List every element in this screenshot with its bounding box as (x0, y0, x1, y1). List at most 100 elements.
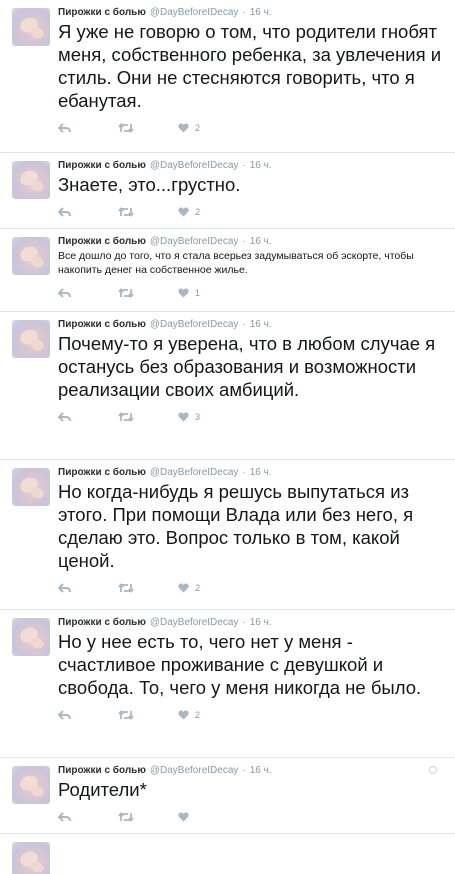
heart-icon (178, 710, 189, 720)
retweet-icon (118, 412, 134, 422)
author-name[interactable]: Пирожки с болью (58, 765, 146, 776)
like-button[interactable]: 2 (178, 207, 238, 217)
like-button[interactable] (178, 812, 238, 822)
tweet-text: Почему-то я уверена, что в любом случае … (58, 333, 436, 400)
tweet[interactable]: Пирожки с болью @DayBeforeIDecay · 16 ч. Но… (0, 610, 455, 758)
reply-icon (58, 123, 71, 133)
like-button[interactable]: 2 (178, 710, 238, 720)
like-count: 2 (195, 710, 201, 720)
retweet-icon (118, 288, 134, 298)
heart-icon (178, 123, 189, 133)
tweet-time[interactable]: 16 ч. (250, 7, 272, 18)
retweet-icon (118, 583, 134, 593)
reply-icon (58, 583, 71, 593)
tweet-text: Но у нее есть то, чего нет у меня - счас… (58, 631, 422, 698)
reply-button[interactable] (58, 288, 118, 298)
like-count: 3 (195, 412, 201, 422)
tweet-time[interactable]: 16 ч. (250, 765, 272, 776)
tweet-header: Пирожки с болью @DayBeforeIDecay · 16 ч. (58, 764, 445, 777)
retweet-button[interactable] (118, 583, 178, 593)
tweet-actions: 2 (58, 704, 445, 726)
tweet[interactable]: Пирожки с болью @DayBeforeIDecay · 16 ч. Зн… (0, 153, 455, 229)
like-button[interactable]: 2 (178, 583, 238, 593)
reply-button[interactable] (58, 123, 118, 133)
retweet-button[interactable] (118, 412, 178, 422)
avatar[interactable] (12, 161, 50, 199)
more-options-icon[interactable] (429, 766, 437, 774)
tweet-header: Пирожки с болью @DayBeforeIDecay · 16 ч. (58, 6, 445, 19)
author-name[interactable]: Пирожки с болью (58, 617, 146, 628)
tweet-header: Пирожки с болью @DayBeforeIDecay · 16 ч. (58, 318, 445, 331)
heart-icon (178, 207, 189, 217)
avatar[interactable] (12, 8, 50, 46)
tweet[interactable]: Пирожки с болью @DayBeforeIDecay · 16 ч. Ро… (0, 758, 455, 834)
author-handle[interactable]: @DayBeforeIDecay (150, 617, 239, 628)
retweet-icon (118, 123, 134, 133)
reply-icon (58, 710, 71, 720)
separator-dot: · (242, 765, 246, 776)
tweet-text: Но когда-нибудь я решусь выпутаться из э… (58, 481, 414, 571)
reply-icon (58, 207, 71, 217)
tweet-time[interactable]: 16 ч. (250, 236, 272, 247)
reply-button[interactable] (58, 812, 118, 822)
tweet-time[interactable]: 16 ч. (250, 319, 272, 330)
heart-icon (178, 412, 189, 422)
retweet-icon (118, 710, 134, 720)
avatar[interactable] (12, 468, 50, 506)
retweet-button[interactable] (118, 812, 178, 822)
avatar[interactable] (12, 766, 50, 804)
like-count: 2 (195, 123, 201, 133)
tweet-feed: Пирожки с болью @DayBeforeIDecay · 16 ч. Я … (0, 0, 455, 874)
like-button[interactable]: 2 (178, 123, 238, 133)
tweet-actions: 2 (58, 117, 445, 139)
reply-button[interactable] (58, 412, 118, 422)
avatar[interactable] (12, 237, 50, 275)
author-handle[interactable]: @DayBeforeIDecay (150, 319, 239, 330)
author-handle[interactable]: @DayBeforeIDecay (150, 160, 239, 171)
author-name[interactable]: Пирожки с болью (58, 236, 146, 247)
reply-button[interactable] (58, 710, 118, 720)
tweet-actions: 1 (58, 282, 445, 304)
tweet[interactable] (0, 834, 455, 874)
tweet-text: Знаете, это...грустно. (58, 174, 241, 195)
retweet-icon (118, 812, 134, 822)
tweet-text: Все дошло до того, что я стала всерьез з… (58, 250, 414, 276)
author-name[interactable]: Пирожки с болью (58, 160, 146, 171)
separator-dot: · (242, 160, 246, 171)
reply-icon (58, 288, 71, 298)
tweet-time[interactable]: 16 ч. (250, 617, 272, 628)
retweet-button[interactable] (118, 207, 178, 217)
separator-dot: · (242, 7, 246, 18)
separator-dot: · (242, 236, 246, 247)
author-name[interactable]: Пирожки с болью (58, 319, 146, 330)
avatar[interactable] (12, 320, 50, 358)
author-handle[interactable]: @DayBeforeIDecay (150, 7, 239, 18)
avatar[interactable] (12, 842, 50, 874)
reply-button[interactable] (58, 583, 118, 593)
tweet-time[interactable]: 16 ч. (250, 467, 272, 478)
tweet[interactable]: Пирожки с болью @DayBeforeIDecay · 16 ч. Но… (0, 460, 455, 610)
avatar[interactable] (12, 618, 50, 656)
tweet-actions (58, 806, 445, 828)
retweet-button[interactable] (118, 123, 178, 133)
like-count: 2 (195, 583, 201, 593)
author-name[interactable]: Пирожки с болью (58, 7, 146, 18)
reply-button[interactable] (58, 207, 118, 217)
tweet-actions: 3 (58, 406, 445, 428)
tweet[interactable]: Пирожки с болью @DayBeforeIDecay · 16 ч. По… (0, 312, 455, 460)
author-handle[interactable]: @DayBeforeIDecay (150, 765, 239, 776)
author-handle[interactable]: @DayBeforeIDecay (150, 467, 239, 478)
like-button[interactable]: 1 (178, 288, 238, 298)
author-name[interactable]: Пирожки с болью (58, 467, 146, 478)
heart-icon (178, 288, 189, 298)
tweet-time[interactable]: 16 ч. (250, 160, 272, 171)
separator-dot: · (242, 467, 246, 478)
tweet[interactable]: Пирожки с болью @DayBeforeIDecay · 16 ч. Вс… (0, 229, 455, 312)
tweet-text: Я уже не говорю о том, что родители гноб… (58, 21, 442, 111)
like-button[interactable]: 3 (178, 412, 238, 422)
tweet[interactable]: Пирожки с болью @DayBeforeIDecay · 16 ч. Я … (0, 0, 455, 153)
like-count: 1 (195, 288, 201, 298)
retweet-button[interactable] (118, 288, 178, 298)
retweet-button[interactable] (118, 710, 178, 720)
author-handle[interactable]: @DayBeforeIDecay (150, 236, 239, 247)
